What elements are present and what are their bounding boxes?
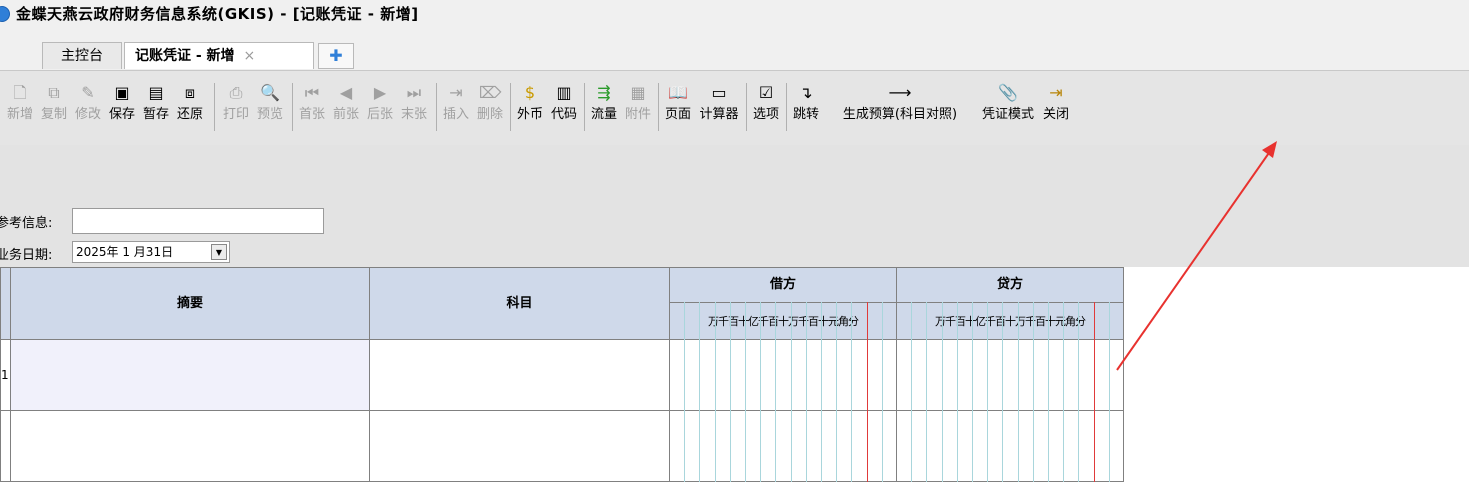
annotation-arrow-line (1116, 149, 1272, 371)
annotation-arrow-head (1262, 141, 1277, 158)
annotation-arrow (1116, 141, 1277, 371)
